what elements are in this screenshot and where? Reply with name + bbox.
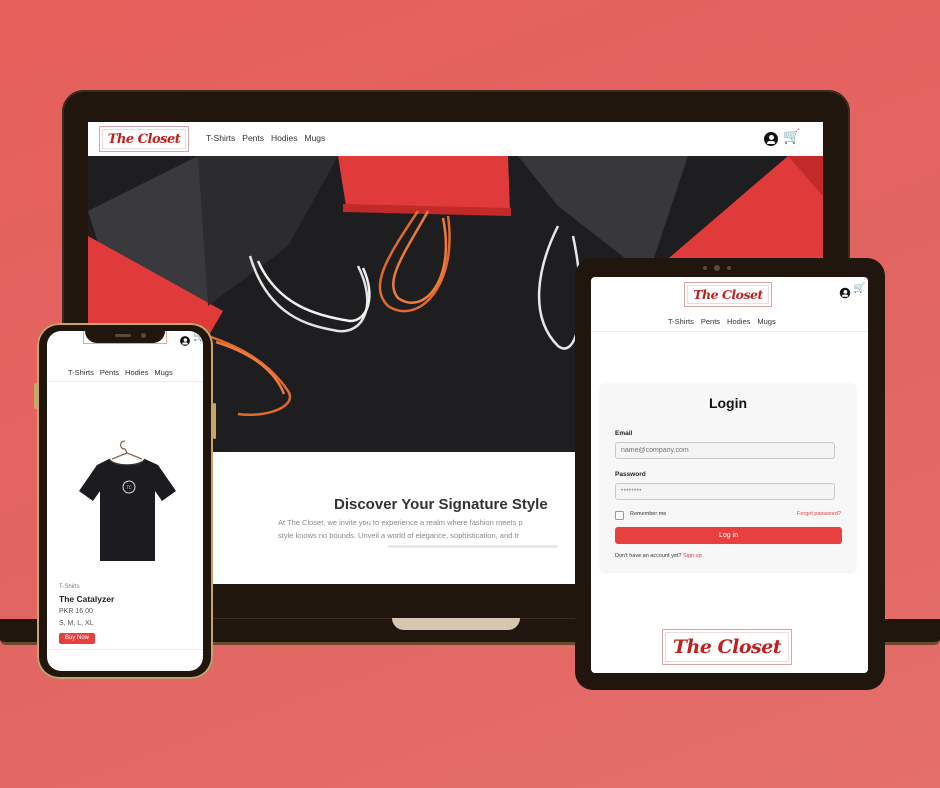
- cart-icon[interactable]: 🛒: [853, 283, 865, 294]
- product-name[interactable]: The Catalyzer: [59, 594, 114, 604]
- phone-nav-divider: [47, 381, 203, 382]
- tablet-nav-divider: [591, 331, 868, 332]
- tablet-logo[interactable]: The Closet: [684, 282, 772, 307]
- tablet-sensor: [703, 266, 707, 270]
- nav-item-tshirts[interactable]: T-Shirts: [68, 368, 94, 377]
- laptop-notch: [392, 618, 520, 630]
- password-field[interactable]: ••••••••: [615, 483, 835, 500]
- remember-me-label: Remember me: [630, 511, 667, 517]
- product-price: PKR 16.00: [59, 608, 93, 615]
- signup-link[interactable]: Sign up: [683, 553, 702, 559]
- tablet-sensor: [727, 266, 731, 270]
- nav-item-hodies[interactable]: Hodies: [125, 368, 148, 377]
- password-label: Password: [615, 471, 646, 478]
- nav-item-mugs[interactable]: Mugs: [305, 133, 326, 143]
- nav-item-hodies[interactable]: Hodies: [727, 317, 750, 326]
- hero-text-line-2: style knows no bounds. Unveil a world of…: [278, 531, 519, 540]
- phone-notch: [85, 331, 165, 343]
- tablet-nav: T-Shirts Pents Hodies Mugs: [668, 317, 776, 326]
- cart-icon[interactable]: 🛒: [783, 129, 800, 145]
- tablet-screen: The Closet 🛒 T-Shirts Pents Hodies Mugs …: [591, 277, 868, 673]
- laptop-logo[interactable]: The Closet: [99, 126, 189, 152]
- email-label: Email: [615, 430, 633, 437]
- product-category: T-Shirts: [59, 584, 80, 590]
- phone-card-divider: [47, 649, 203, 650]
- tablet: The Closet 🛒 T-Shirts Pents Hodies Mugs …: [575, 258, 885, 690]
- phone-speaker: [115, 334, 131, 337]
- phone-side-button: [213, 403, 216, 439]
- nav-item-mugs[interactable]: Mugs: [154, 368, 172, 377]
- svg-text:TC: TC: [125, 485, 131, 490]
- nav-item-hodies[interactable]: Hodies: [271, 133, 297, 143]
- email-field[interactable]: [615, 442, 835, 459]
- product-sizes: S, M, L, XL: [59, 620, 94, 627]
- phone: 🛒 T-Shirts Pents Hodies Mugs TC T-Shirts: [34, 323, 216, 679]
- user-circle-icon[interactable]: [839, 287, 851, 299]
- phone-nav: T-Shirts Pents Hodies Mugs: [68, 368, 173, 377]
- phone-screen: 🛒 T-Shirts Pents Hodies Mugs TC T-Shirts: [47, 331, 203, 671]
- nav-item-pents[interactable]: Pents: [242, 133, 264, 143]
- nav-item-pents[interactable]: Pents: [701, 317, 720, 326]
- nav-item-tshirts[interactable]: T-Shirts: [206, 133, 235, 143]
- hero-text-line-3-faded: [388, 545, 558, 548]
- nav-item-pents[interactable]: Pents: [100, 368, 119, 377]
- nav-item-mugs[interactable]: Mugs: [757, 317, 775, 326]
- forgot-password-link[interactable]: Forgot password?: [797, 511, 841, 517]
- signup-prompt: Don't have an account yet? Sign up: [615, 553, 702, 559]
- laptop-header: The Closet T-Shirts Pents Hodies Mugs 🛒: [88, 122, 823, 157]
- login-title: Login: [708, 395, 748, 411]
- cart-icon[interactable]: 🛒: [193, 331, 203, 342]
- product-image[interactable]: TC: [67, 439, 187, 569]
- remember-me-checkbox[interactable]: [615, 511, 624, 520]
- laptop-nav: T-Shirts Pents Hodies Mugs: [206, 133, 325, 143]
- user-circle-icon[interactable]: [764, 132, 778, 146]
- hero-text-line-1: At The Closet, we invite you to experien…: [278, 518, 523, 527]
- nav-item-tshirts[interactable]: T-Shirts: [668, 317, 694, 326]
- tshirt-icon: TC: [79, 440, 176, 561]
- buy-now-button[interactable]: Buy Now: [59, 633, 95, 644]
- phone-camera: [141, 333, 146, 338]
- footer-logo[interactable]: The Closet: [662, 629, 792, 665]
- user-circle-icon[interactable]: [180, 336, 190, 346]
- login-card: Login Email Password •••••••• Remember m…: [600, 383, 856, 571]
- tablet-camera: [714, 265, 720, 271]
- login-button[interactable]: Log in: [615, 527, 842, 544]
- phone-side-button: [34, 383, 37, 409]
- signup-prompt-text: Don't have an account yet?: [615, 553, 682, 559]
- hero-title: Discover Your Signature Style: [334, 496, 548, 513]
